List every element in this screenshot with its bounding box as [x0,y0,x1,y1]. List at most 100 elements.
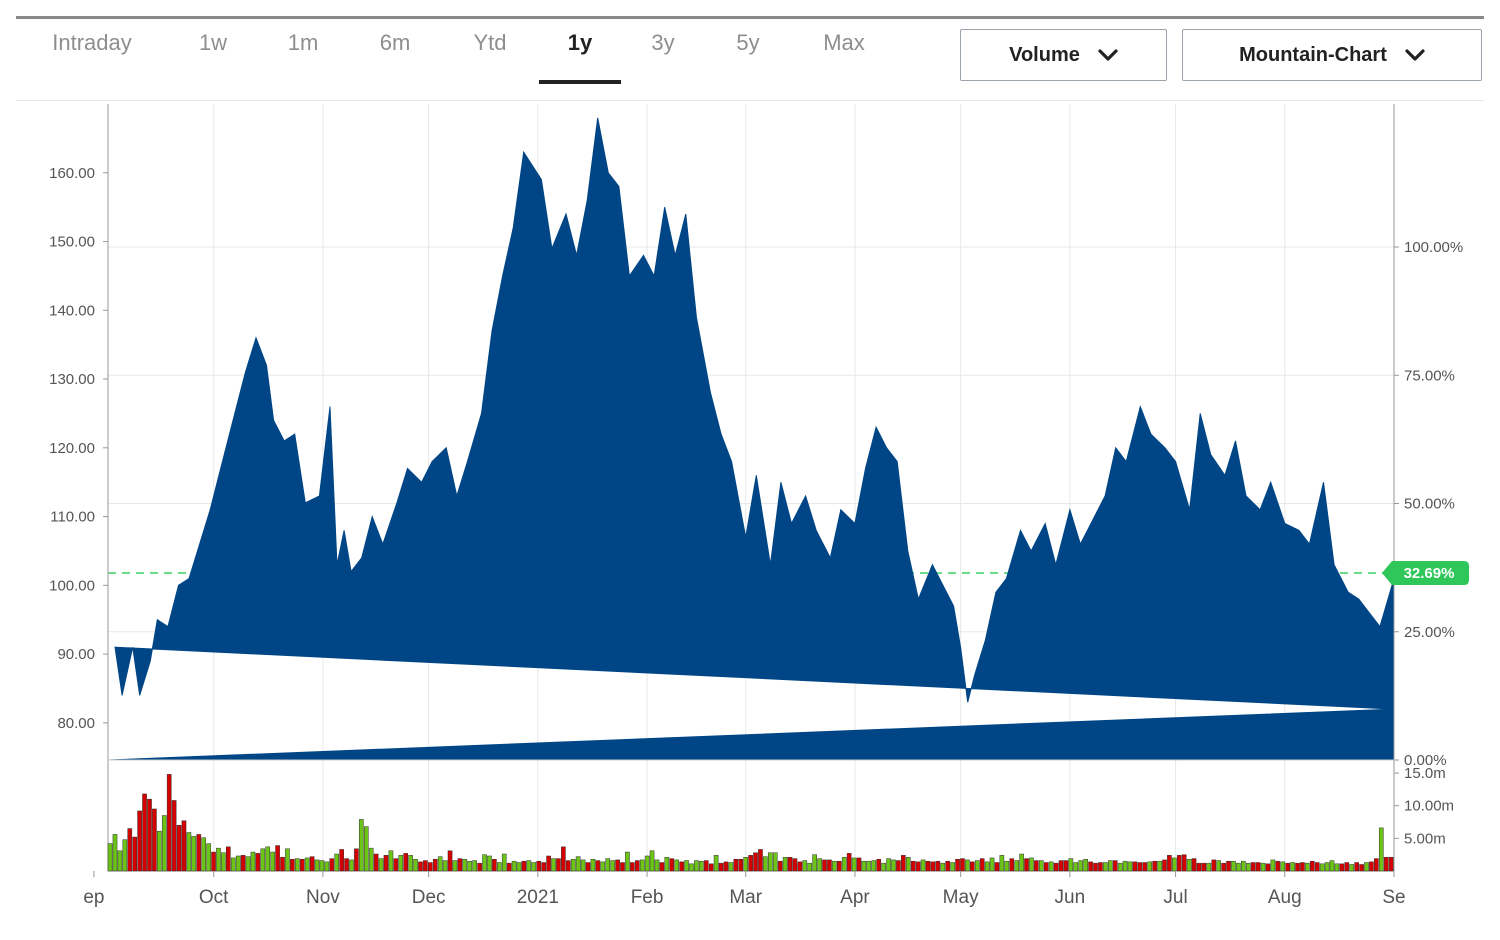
volume-bar [132,836,138,872]
volume-bar [1236,862,1241,872]
volume-bar [856,857,862,872]
volume-bar [1019,853,1024,872]
x-tick-label: Mar [729,887,762,908]
volume-bar [1280,861,1286,872]
volume-bar [1265,863,1271,872]
volume-bar [768,852,773,872]
volume-bar [1305,862,1310,872]
volume-bar [506,862,512,872]
price-chart[interactable]: 80.00 90.00 100.00 110.00 120.00 130.00 140.00… [0,0,1500,940]
volume-bar [117,850,123,872]
volume-bar [1043,862,1049,872]
volume-bar [1142,862,1148,872]
volume-bar [383,855,389,872]
volume-bar [1369,861,1374,872]
x-tick-label: May [943,887,979,908]
volume-bar [1098,862,1103,872]
volume-bar [186,832,192,872]
volume-bar [812,854,817,872]
volume-bar [708,863,714,872]
volume-bar [501,853,507,872]
volume-bar [477,862,482,872]
volume-bar [935,860,941,872]
volume-bar [1196,862,1202,872]
y-tick-label-left: 120.00 [49,440,95,457]
volume-bar [551,858,556,872]
volume-bar [561,846,566,872]
y-tick-label-left: 140.00 [49,302,95,319]
volume-bar [1009,858,1015,872]
volume-tick-label: 5.00m [1404,830,1446,847]
volume-bar [570,859,576,872]
volume-bar [689,863,694,872]
volume-bar [339,849,344,872]
volume-bar [161,815,167,872]
volume-bar [1117,862,1123,872]
volume-bar [1107,860,1113,872]
volume-bar [442,860,448,872]
volume-bar [753,852,758,872]
volume-bar [1181,854,1187,872]
volume-bar [620,862,625,872]
volume-bar [851,857,857,872]
volume-bar [979,858,985,872]
volume-bar [270,851,275,872]
volume-bar [654,859,660,872]
volume-bar [965,859,970,872]
volume-bar [521,860,527,872]
volume-bar [758,849,763,872]
x-tick-label: Feb [631,887,664,908]
volume-bar [1324,862,1330,872]
volume-bar [127,828,133,872]
volume-bar [1038,860,1044,872]
volume-bar [492,859,497,872]
volume-bar [1309,860,1315,872]
volume-bar [699,860,704,872]
volume-bar [1300,862,1305,872]
volume-bar [452,860,458,872]
volume-bar [304,857,310,872]
volume-bar [226,846,231,872]
volume-bar [314,859,320,872]
volume-bar [1329,860,1335,872]
volume-bar [1058,860,1064,872]
volume-bar [196,834,202,872]
volume-bar [1014,860,1019,872]
volume-bar [915,861,921,872]
volume-bar [1127,861,1133,872]
volume-bar [181,820,187,872]
volume-bar [1167,855,1172,872]
volume-bar [960,858,965,872]
volume-bar [437,856,443,872]
volume-bar [703,860,709,872]
volume-bar [1295,862,1300,872]
volume-bar [901,855,906,872]
volume-bar [615,859,620,872]
volume-bar [516,862,522,872]
volume-bar [836,860,842,872]
volume-bar [349,859,354,872]
volume-bar [1191,858,1197,872]
volume-bar [275,845,280,872]
volume-bar [457,858,463,872]
volume-bar [1275,860,1281,872]
volume-tick-label: 15.0m [1404,765,1446,782]
volume-bar [590,859,596,872]
volume-bar [1270,859,1276,872]
volume-bar [871,860,877,872]
volume-bar [255,853,261,872]
y-tick-label-right: 25.00% [1404,624,1455,641]
volume-bar [910,860,916,872]
volume-bar [1053,862,1059,872]
volume-bar [1374,858,1379,872]
volume-bar [166,774,172,872]
volume-bar [1093,862,1098,872]
volume-bar [866,860,872,872]
volume-bar [1206,862,1212,872]
volume-bar [649,850,655,872]
volume-bar [659,862,665,872]
volume-bar [974,860,980,872]
volume-bar [1226,860,1231,872]
volume-bar [378,858,384,872]
volume-bar [1245,862,1251,872]
